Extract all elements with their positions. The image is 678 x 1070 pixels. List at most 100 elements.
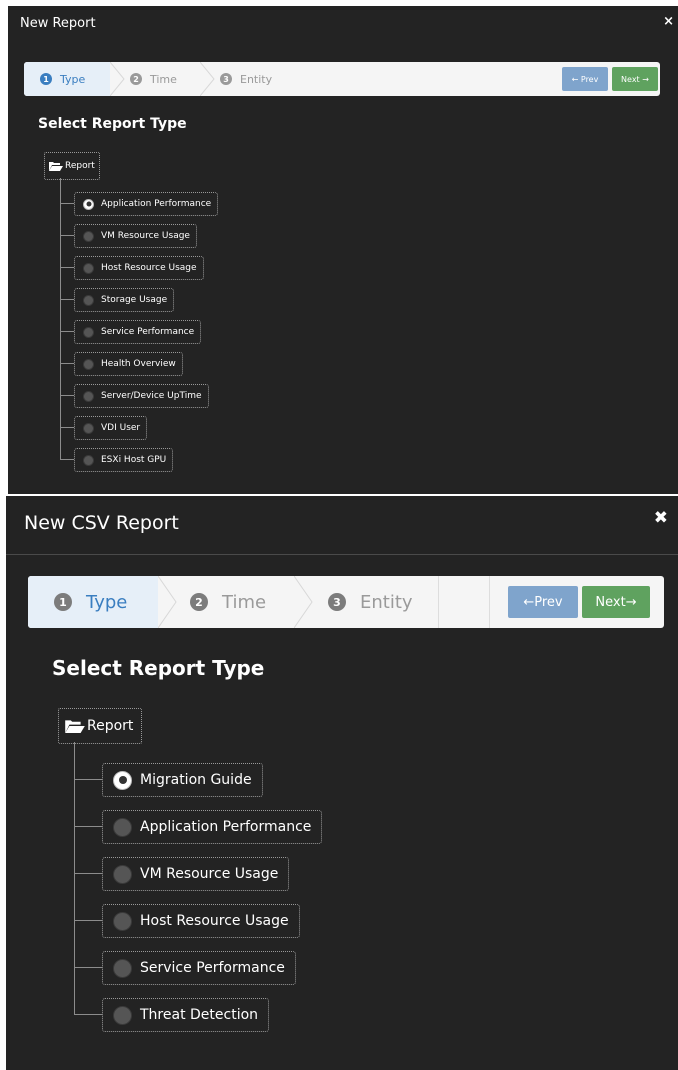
report-type-option[interactable]: ESXi Host GPU <box>74 448 174 472</box>
wizard-step-time[interactable]: 2 Time <box>130 62 177 96</box>
report-type-label: VDI User <box>101 423 141 433</box>
dialog-header: New Report × <box>8 6 678 46</box>
next-button[interactable]: Next→ <box>582 586 650 618</box>
prev-button[interactable]: ←Prev <box>508 586 578 618</box>
report-type-label: Service Performance <box>140 960 285 976</box>
tree-connector-horizontal <box>74 779 102 780</box>
report-type-label: VM Resource Usage <box>101 231 190 241</box>
report-type-label: Storage Usage <box>101 295 168 305</box>
tree-connector-vertical <box>60 178 61 459</box>
dialog-title: New Report <box>20 16 96 31</box>
wizard-steps-bar: 1 Type 2 Time 3 Entity ← Prev Next → <box>24 62 660 96</box>
radio-icon[interactable] <box>83 230 94 242</box>
tree-root-report[interactable]: Report <box>58 708 143 744</box>
wizard-step-type[interactable]: 1 Type <box>40 62 85 96</box>
report-type-label: Service Performance <box>101 327 195 337</box>
new-report-dialog: New Report × 1 Type 2 Time 3 Entity ← Pr… <box>8 6 678 494</box>
radio-icon[interactable] <box>83 198 94 210</box>
report-type-option[interactable]: Server/Device UpTime <box>74 384 209 408</box>
report-type-label: Host Resource Usage <box>140 913 289 929</box>
folder-open-icon <box>65 719 85 733</box>
report-type-label: Health Overview <box>101 359 176 369</box>
tree-connector-horizontal <box>60 459 74 460</box>
report-type-option[interactable]: VM Resource Usage <box>74 224 197 248</box>
wizard-step-entity[interactable]: 3 Entity <box>220 62 272 96</box>
tree-connector-horizontal <box>60 395 74 396</box>
radio-icon[interactable] <box>113 817 132 837</box>
wizard-steps-bar: 1 Type 2 Time 3 Entity ←Prev Next→ <box>28 576 664 628</box>
report-type-option[interactable]: VDI User <box>74 416 148 440</box>
wizard-spacer <box>438 576 490 628</box>
step-divider-chevron <box>110 62 125 96</box>
step-label: Entity <box>360 591 413 613</box>
new-csv-report-dialog: New CSV Report ✖ 1 Type 2 Time 3 Entity … <box>6 496 678 1070</box>
tree-connector-horizontal <box>74 967 102 968</box>
tree-connector-horizontal <box>60 203 74 204</box>
report-type-option[interactable]: Application Performance <box>102 810 323 844</box>
tree-connector-vertical <box>74 742 75 1014</box>
radio-icon[interactable] <box>83 390 94 402</box>
tree-connector-horizontal <box>74 873 102 874</box>
report-type-label: VM Resource Usage <box>140 866 279 882</box>
report-type-label: Server/Device UpTime <box>101 391 202 401</box>
folder-open-icon <box>49 161 63 171</box>
wizard-step-time[interactable]: 2 Time <box>190 576 266 628</box>
tree-root-label: Report <box>65 161 95 171</box>
step-divider-chevron <box>294 576 313 628</box>
close-icon[interactable]: ✖ <box>654 508 668 528</box>
dialog-title: New CSV Report <box>24 512 179 534</box>
dialog-header: New CSV Report ✖ <box>6 496 678 554</box>
header-divider <box>6 554 678 555</box>
tree-connector-horizontal <box>74 920 102 921</box>
radio-icon[interactable] <box>113 958 132 978</box>
step-label: Entity <box>240 72 273 86</box>
step-label: Type <box>86 591 128 613</box>
report-type-option[interactable]: Health Overview <box>74 352 183 376</box>
radio-icon[interactable] <box>83 454 94 466</box>
radio-icon[interactable] <box>113 770 132 790</box>
wizard-step-type[interactable]: 1 Type <box>54 576 127 628</box>
radio-icon[interactable] <box>83 422 94 434</box>
tree-connector-horizontal <box>60 427 74 428</box>
report-type-option[interactable]: Threat Detection <box>102 998 270 1032</box>
step-label: Time <box>222 591 267 613</box>
radio-icon[interactable] <box>83 358 94 370</box>
report-type-option[interactable]: Storage Usage <box>74 288 175 312</box>
step-number-badge: 1 <box>54 593 72 611</box>
report-type-option[interactable]: Service Performance <box>102 951 296 985</box>
step-number-badge: 2 <box>190 593 208 611</box>
radio-icon[interactable] <box>113 911 132 931</box>
step-label: Time <box>150 72 177 86</box>
report-type-label: Application Performance <box>101 199 212 209</box>
step-number-badge: 1 <box>40 73 52 85</box>
report-type-option[interactable]: Service Performance <box>74 320 202 344</box>
tree-root-report[interactable]: Report <box>44 152 100 180</box>
radio-icon[interactable] <box>113 1005 132 1025</box>
wizard-step-entity[interactable]: 3 Entity <box>328 576 413 628</box>
next-button[interactable]: Next → <box>612 67 658 91</box>
report-type-option[interactable]: Host Resource Usage <box>102 904 300 938</box>
step-label: Type <box>60 72 86 86</box>
report-type-label: Threat Detection <box>140 1007 259 1023</box>
prev-button[interactable]: ← Prev <box>562 67 608 91</box>
step-divider-chevron <box>200 62 215 96</box>
radio-icon[interactable] <box>83 326 94 338</box>
tree-connector-horizontal <box>60 267 74 268</box>
tree-connector-horizontal <box>60 299 74 300</box>
report-type-option[interactable]: Migration Guide <box>102 763 263 797</box>
step-number-badge: 3 <box>328 593 346 611</box>
tree-connector-horizontal <box>60 363 74 364</box>
report-type-label: Host Resource Usage <box>101 263 197 273</box>
step-number-badge: 2 <box>130 73 142 85</box>
radio-icon[interactable] <box>83 294 94 306</box>
report-type-label: ESXi Host GPU <box>101 455 167 465</box>
tree-connector-horizontal <box>74 1014 102 1015</box>
select-report-type-heading: Select Report Type <box>52 656 265 680</box>
report-type-option[interactable]: VM Resource Usage <box>102 857 290 891</box>
report-type-option[interactable]: Host Resource Usage <box>74 256 204 280</box>
report-type-label: Application Performance <box>140 819 312 835</box>
radio-icon[interactable] <box>113 864 132 884</box>
close-icon[interactable]: × <box>663 14 674 29</box>
report-type-option[interactable]: Application Performance <box>74 192 219 216</box>
radio-icon[interactable] <box>83 262 94 274</box>
